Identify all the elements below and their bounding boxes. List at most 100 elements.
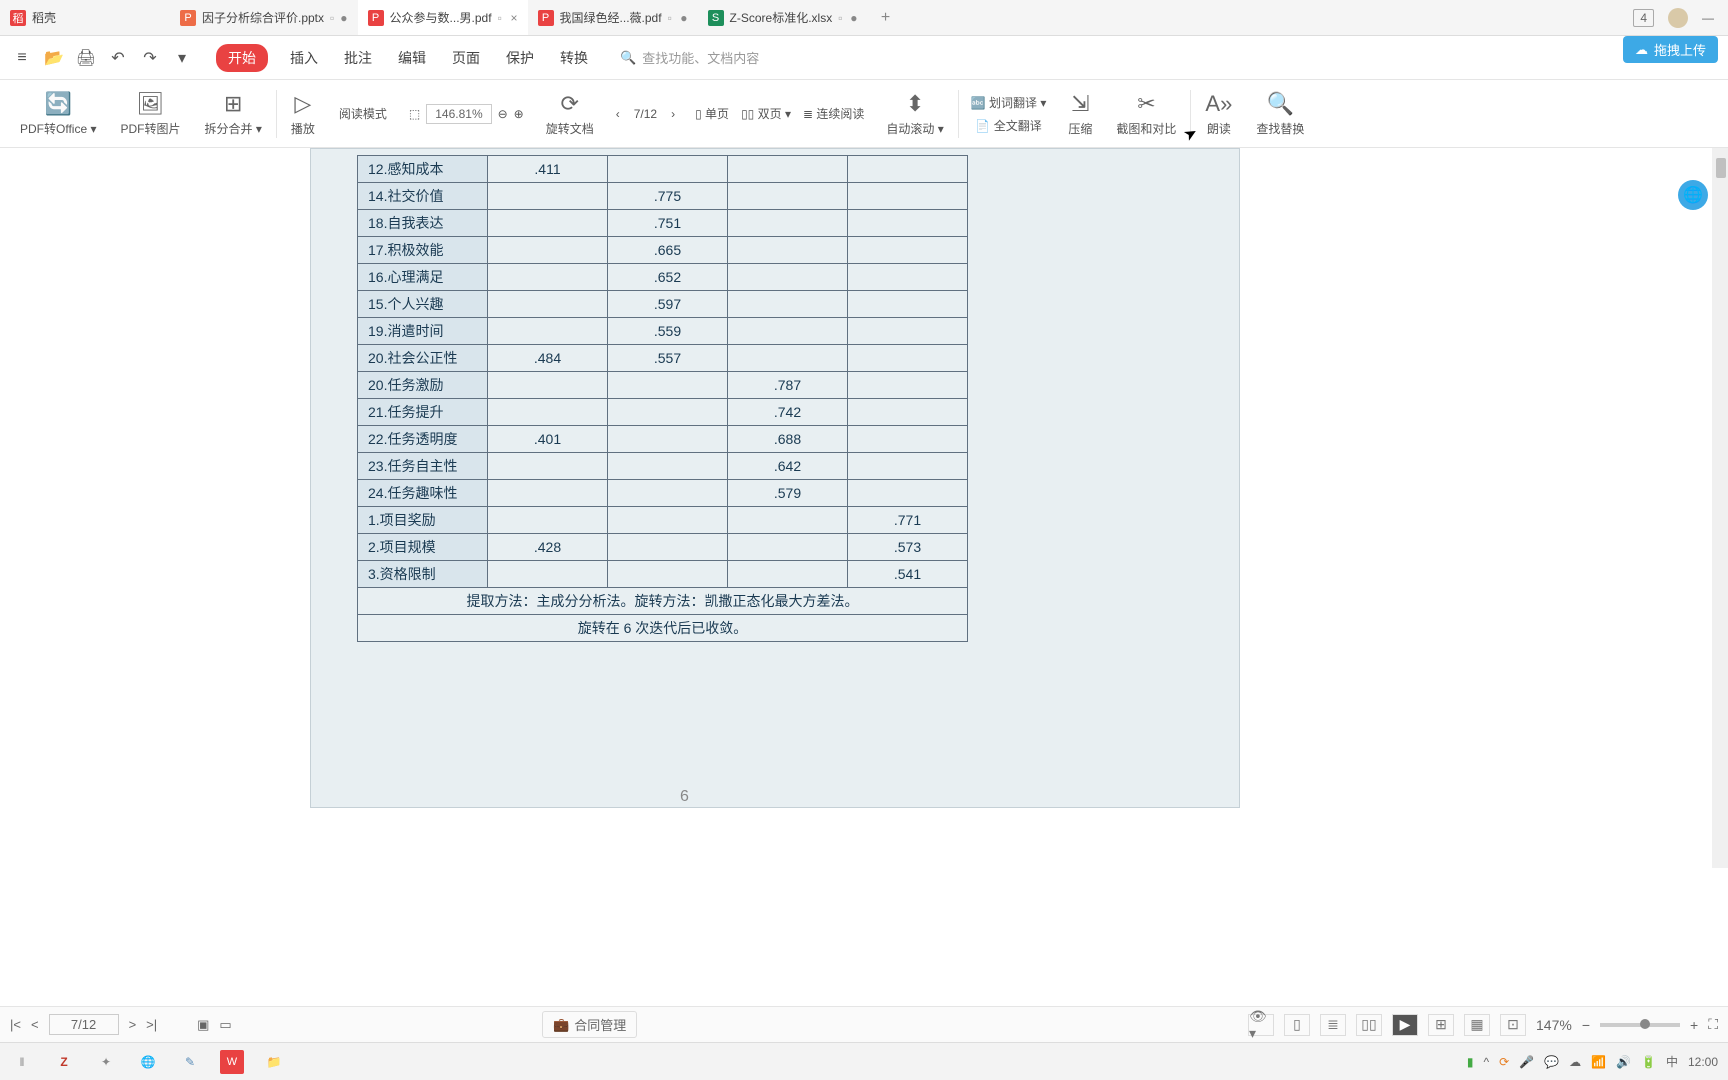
- auto-scroll[interactable]: ⬍ 自动滚动 ▾: [876, 80, 953, 147]
- pdf-page-number: 6: [680, 788, 689, 806]
- redo-icon[interactable]: ↷: [138, 46, 162, 70]
- prev-page-button[interactable]: <: [31, 1017, 39, 1032]
- open-icon[interactable]: 📂: [42, 46, 66, 70]
- tray-wifi-icon[interactable]: 📶: [1591, 1055, 1606, 1069]
- menu-start[interactable]: 开始: [216, 44, 268, 72]
- view-play-icon[interactable]: ▶: [1392, 1014, 1418, 1036]
- single-page[interactable]: ▯ 单页: [695, 105, 729, 122]
- feather-icon[interactable]: ✎: [178, 1050, 202, 1074]
- undo-icon[interactable]: ↶: [106, 46, 130, 70]
- taskbar-app-1[interactable]: Z: [52, 1050, 76, 1074]
- tab-close-icon[interactable]: ●: [680, 11, 687, 25]
- tray-wechat-icon[interactable]: 💬: [1544, 1055, 1559, 1069]
- word-translate[interactable]: 🔤 划词翻译 ▾: [971, 94, 1047, 111]
- tab-pdf-active[interactable]: P 公众参与数...男.pdf ▫ ×: [358, 0, 528, 35]
- menu-icon[interactable]: ≡: [10, 46, 34, 70]
- zoom-out-button[interactable]: −: [1582, 1017, 1590, 1033]
- tab-ppt[interactable]: P 因子分析综合评价.pptx ▫ ●: [170, 0, 358, 35]
- dropdown-icon[interactable]: ▾: [170, 46, 194, 70]
- pdf-page[interactable]: 12.感知成本.41114.社交价值.77518.自我表达.75117.积极效能…: [310, 148, 1240, 808]
- rotate-doc[interactable]: ⟳ 旋转文档: [536, 80, 604, 147]
- floating-action-button[interactable]: 🌐: [1678, 180, 1708, 210]
- view-single-icon[interactable]: ▯: [1284, 1014, 1310, 1036]
- tray-mic-icon[interactable]: 🎤: [1519, 1055, 1534, 1069]
- tray-battery-icon[interactable]: 🔋: [1641, 1055, 1656, 1069]
- zoom-value[interactable]: 146.81%: [426, 104, 491, 124]
- full-translate[interactable]: 📄 全文翻译: [975, 117, 1041, 134]
- cell: [848, 426, 968, 453]
- contract-manage-button[interactable]: 💼 合同管理: [542, 1011, 637, 1038]
- find-replace[interactable]: 🔍 查找替换: [1246, 80, 1314, 147]
- first-page-button[interactable]: |<: [10, 1017, 21, 1032]
- tab-window-icon[interactable]: ▫: [838, 11, 842, 25]
- print-icon[interactable]: 🖨: [74, 46, 98, 70]
- menu-convert[interactable]: 转换: [556, 44, 592, 72]
- read-aloud[interactable]: A» 朗读: [1195, 80, 1242, 147]
- taskbar-handle-icon[interactable]: ‖: [10, 1050, 34, 1074]
- tab-add-button[interactable]: +: [868, 9, 904, 27]
- fit-width-icon[interactable]: ⬚: [409, 107, 420, 121]
- compress-icon: ⇲: [1071, 91, 1089, 117]
- tray-volume-icon[interactable]: 🔊: [1616, 1055, 1631, 1069]
- zoom-in-button[interactable]: +: [1690, 1017, 1698, 1033]
- menu-insert[interactable]: 插入: [286, 44, 322, 72]
- last-page-button[interactable]: >|: [146, 1017, 157, 1032]
- tab-close-icon[interactable]: ●: [340, 11, 347, 25]
- tab-window-icon[interactable]: ▫: [668, 11, 672, 25]
- view-double-icon[interactable]: ▯▯: [1356, 1014, 1382, 1036]
- scroll-thumb[interactable]: [1716, 158, 1726, 178]
- zoom-slider[interactable]: [1600, 1023, 1680, 1027]
- tray-cloud-icon[interactable]: ☁: [1569, 1055, 1581, 1069]
- prev-page-icon[interactable]: ‹: [616, 107, 620, 121]
- tray-expand-icon[interactable]: ^: [1483, 1055, 1489, 1069]
- double-page[interactable]: ▯▯ 双页 ▾: [741, 105, 791, 122]
- taskbar-app-2[interactable]: ✦: [94, 1050, 118, 1074]
- play-button[interactable]: ▷ 播放: [281, 80, 325, 147]
- crop-compare[interactable]: ✂ 截图和对比: [1106, 80, 1186, 147]
- pdf-to-office[interactable]: 🔄 PDF转Office ▾: [10, 80, 106, 147]
- clock[interactable]: 12:00: [1688, 1055, 1718, 1069]
- fit-page-icon[interactable]: ▣: [197, 1017, 209, 1033]
- scrollbar[interactable]: [1712, 148, 1728, 868]
- zoom-in-icon[interactable]: ⊕: [514, 107, 524, 121]
- read-mode[interactable]: 阅读模式: [329, 80, 397, 147]
- upload-hint[interactable]: ☁ 拖拽上传: [1623, 36, 1718, 63]
- fit-width-icon[interactable]: ▭: [219, 1017, 231, 1033]
- compress[interactable]: ⇲ 压缩: [1058, 80, 1102, 147]
- tab-window-icon[interactable]: ▫: [498, 11, 502, 25]
- wps-icon[interactable]: W: [220, 1050, 244, 1074]
- window-count-badge[interactable]: 4: [1633, 9, 1654, 27]
- tab-pdf-2[interactable]: P 我国绿色经...薇.pdf ▫ ●: [528, 0, 698, 35]
- menu-annotate[interactable]: 批注: [340, 44, 376, 72]
- menu-page[interactable]: 页面: [448, 44, 484, 72]
- tab-daoke[interactable]: 稻 稻壳: [0, 0, 170, 35]
- tab-window-icon[interactable]: ▫: [330, 11, 334, 25]
- tray-icon[interactable]: ▮: [1467, 1055, 1474, 1069]
- menu-edit[interactable]: 编辑: [394, 44, 430, 72]
- view-grid-icon[interactable]: ▦: [1464, 1014, 1490, 1036]
- status-bar: |< < 7/12 > >| ▣ ▭ 💼 合同管理 👁 ▾ ▯ ≣ ▯▯ ▶ ⊞…: [0, 1006, 1728, 1042]
- page-input[interactable]: 7/12: [49, 1014, 119, 1035]
- fullscreen-button[interactable]: ⛶: [1708, 1016, 1718, 1033]
- menu-protect[interactable]: 保护: [502, 44, 538, 72]
- next-page-icon[interactable]: ›: [671, 107, 675, 121]
- tab-close-icon[interactable]: ●: [850, 11, 857, 25]
- tray-sync-icon[interactable]: ⟳: [1499, 1055, 1509, 1069]
- chrome-icon[interactable]: 🌐: [136, 1050, 160, 1074]
- view-more-icon[interactable]: ⊡: [1500, 1014, 1526, 1036]
- search-box[interactable]: 🔍 查找功能、文档内容: [620, 48, 759, 67]
- view-continuous-icon[interactable]: ≣: [1320, 1014, 1346, 1036]
- tab-close-icon[interactable]: ×: [511, 11, 518, 25]
- split-merge[interactable]: ⊞ 拆分合并 ▾: [195, 80, 272, 147]
- pdf-to-image[interactable]: 🖼 PDF转图片: [110, 80, 190, 147]
- eye-icon[interactable]: 👁 ▾: [1248, 1014, 1274, 1036]
- zoom-out-icon[interactable]: ⊖: [498, 107, 508, 121]
- avatar-icon[interactable]: [1668, 8, 1688, 28]
- continuous[interactable]: ≣ 连续阅读: [803, 105, 864, 122]
- ime-indicator[interactable]: 中: [1666, 1053, 1678, 1070]
- tab-xlsx[interactable]: S Z-Score标准化.xlsx ▫ ●: [698, 0, 868, 35]
- minimize-button[interactable]: —: [1702, 11, 1714, 25]
- next-page-button[interactable]: >: [129, 1017, 137, 1032]
- explorer-icon[interactable]: 📁: [262, 1050, 286, 1074]
- view-thumb-icon[interactable]: ⊞: [1428, 1014, 1454, 1036]
